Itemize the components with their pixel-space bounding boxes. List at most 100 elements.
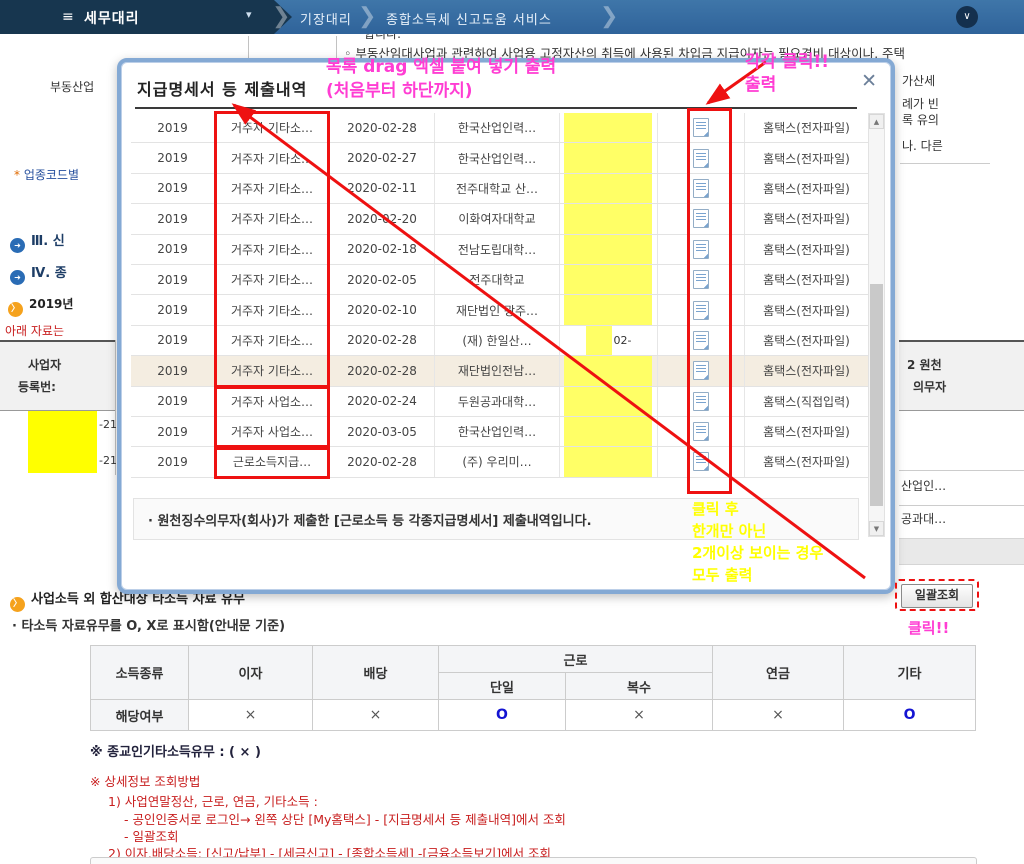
other-income-heading-label: 사업소득 외 합산대상 타소득 자료 유무 [31,592,245,607]
value-pension: × [712,699,845,731]
scrollbar[interactable]: ▲ ▼ [868,113,885,537]
annotation-yellow-line: 한개만 아닌 [692,522,767,540]
title-divider [135,107,857,109]
redaction-box [563,173,652,204]
bg-industry-code-link[interactable]: * 업종코드별 [14,166,79,183]
cell-source: 홈택스(전자파일) [744,204,868,234]
cell-source: 홈택스(전자파일) [744,234,868,264]
annotation-magenta-click-each: 각각 클릭!! [745,52,829,72]
bg-divider [900,163,990,164]
cell-masked-id [559,204,657,234]
cell-year: 2019 [157,424,188,439]
annotation-box-business-rows [214,386,330,448]
cell-masked-id: 02- [559,325,657,356]
row-applicability: 해당여부 [90,699,189,731]
annotation-box-icon-col [687,108,732,494]
cell-year: 2019 [157,242,188,257]
annotation-magenta-print: 출력 [745,75,777,95]
bg-cell-fragment: 공과대… [901,512,947,526]
annotation-magenta-range: (처음부터 하단까지) [326,81,473,101]
redaction-box [563,356,652,386]
cell-masked-id [559,447,657,477]
bg-divider [899,505,1024,506]
chevron-separator-icon: ❯ [600,4,619,29]
bg-clipped-text: 록 유의 [902,113,939,127]
cell-masked-id [559,264,657,295]
bg-industry-code-label: 업종코드별 [23,168,80,182]
other-income-table: 소득종류 이자 배당 근로 연금 기타 단일 복수 해당여부 × × O × ×… [90,645,977,731]
caret-down-icon[interactable]: ▾ [246,8,252,21]
cell-submit-date: 2020-02-28 [329,113,434,143]
cell-source: 홈택스(전자파일) [744,264,868,295]
cell-payer: 두원공과대학… [434,386,559,416]
cell-submit-date: 2020-02-24 [329,386,434,416]
primary-menu[interactable]: ≡ 세무대리 ▾ [0,0,292,34]
method-line: 1) 사업연말정산, 근로, 연금, 기타소득 : [108,794,318,809]
cell-source: 홈택스(전자파일) [744,173,868,204]
cell-source: 홈택스(전자파일) [744,143,868,173]
close-icon[interactable]: ✕ [861,70,877,92]
cell-year: 2019 [157,454,188,469]
cell-payer: 이화여자대학교 [434,204,559,234]
hamburger-icon[interactable]: ≡ [62,9,74,25]
cell-payer: 한국산업인력… [434,113,559,143]
orange-angle-icon: 〉 [8,302,23,317]
cell-payer: (주) 우리미… [434,447,559,477]
bg-th-withholding: 2 원천 [907,358,942,372]
chevron-separator-icon: ❯ [272,4,291,29]
cell-submit-date: 2020-02-20 [329,204,434,234]
col-labor-group: 근로 [437,645,714,673]
method-line: - 공인인증서로 로그인→ 왼쪽 상단 [My홈택스] - [지급명세서 등 제… [124,812,566,827]
col-labor-single: 단일 [438,672,566,700]
col-dividend: 배당 [312,645,439,700]
bg-section-4-label: Ⅳ. 종 [31,266,67,281]
primary-menu-label: 세무대리 [84,11,140,27]
redaction-box [563,416,652,447]
orange-angle-icon: 〉 [10,597,25,612]
bg-red-note: 아래 자료는 [5,324,65,338]
bg-industry-label: 부동산업 [50,80,95,94]
bg-bottom-panel [90,857,977,864]
scrollbar-thumb[interactable] [870,284,883,506]
tab-bookkeeping[interactable]: 기장대리 [300,9,352,28]
bg-section-4[interactable]: ➜ Ⅳ. 종 [10,262,67,285]
bg-clipped-text: 나. 다른 [902,139,943,153]
bg-th-obligor: 의무자 [913,380,947,394]
cell-source: 홈택스(전자파일) [744,295,868,325]
scroll-up-icon[interactable]: ▲ [869,114,884,129]
cell-masked-id [559,356,657,386]
cell-submit-date: 2020-02-10 [329,295,434,325]
collapse-chevron-button[interactable]: ∨ [956,6,978,28]
annotation-box-labor-row [214,447,330,479]
bg-clipped-text: 가산세 [902,74,936,88]
scroll-down-icon[interactable]: ▼ [869,521,884,536]
cell-year: 2019 [157,272,188,287]
bg-cell-fragment: 산업인… [901,479,947,493]
cell-source: 홈택스(직접입력) [744,386,868,416]
cell-submit-date: 2020-02-27 [329,143,434,173]
redaction-box [28,411,97,473]
annotation-magenta-click: 클릭!! [908,619,950,637]
bg-section-3[interactable]: ➜ Ⅲ. 신 [10,230,65,253]
cell-submit-date: 2020-02-28 [329,356,434,386]
cell-masked-id [559,113,657,143]
circle-arrow-icon: ➜ [10,238,25,253]
col-income-type: 소득종류 [90,645,189,700]
bg-divider [899,470,1024,471]
cell-source: 홈택스(전자파일) [744,325,868,356]
cell-payer: 재단법인 광주… [434,295,559,325]
cell-masked-id [559,386,657,416]
cell-masked-id [559,295,657,325]
asterisk-icon: * [14,168,20,182]
bg-th-regno: 등록번: [18,380,56,394]
chevron-separator-icon: ❯ [358,4,377,29]
annotation-yellow-line: 클릭 후 [692,500,739,518]
bg-section-3-label: Ⅲ. 신 [31,234,65,249]
col-pension: 연금 [712,645,845,700]
redaction-box [563,204,652,234]
tab-help-service[interactable]: 종합소득세 신고도움 서비스 [386,9,552,28]
cell-submit-date: 2020-03-05 [329,416,434,447]
annotation-yellow-line: 모두 출력 [692,566,753,584]
other-income-subnote: · 타소득 자료유무를 O, X로 표시함(안내문 기준) [12,619,286,634]
redaction-box [563,264,652,295]
